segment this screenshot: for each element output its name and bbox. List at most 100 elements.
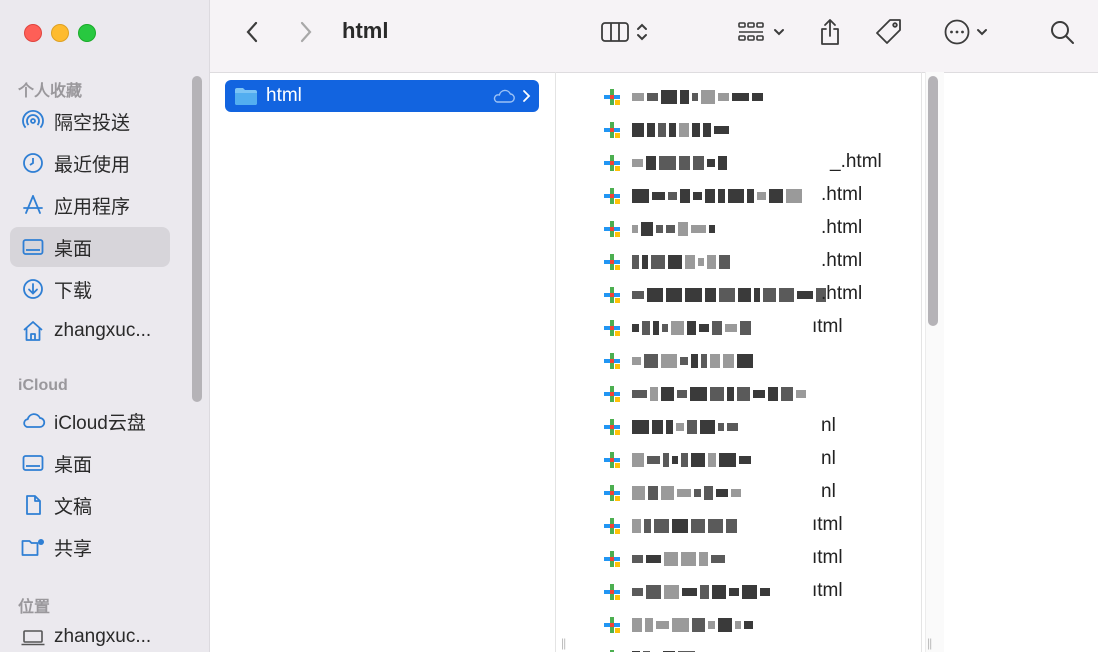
folder-row-selected[interactable]: html (225, 80, 539, 112)
download-icon (20, 276, 46, 302)
redacted-file-name (632, 319, 751, 337)
toolbar: html (210, 0, 1098, 73)
file-row[interactable]: .html (576, 278, 921, 311)
chevron-down-icon (774, 29, 784, 36)
desktop-icon (20, 450, 46, 476)
column-resize-handle[interactable]: || (927, 636, 932, 650)
file-row[interactable]: ıtml (576, 311, 921, 344)
group-grid-icon (738, 22, 764, 41)
column-resize-handle[interactable]: || (561, 636, 566, 650)
file-row[interactable]: _.html (576, 146, 921, 179)
file-name-suffix: .html (821, 217, 863, 238)
close-window-button[interactable] (24, 24, 42, 42)
sidebar-item-mac[interactable]: zhangxuc... (10, 617, 170, 657)
sidebar-item-home[interactable]: zhangxuc... (10, 311, 170, 351)
redacted-file-name (632, 484, 741, 502)
column2-scrollbar[interactable] (928, 76, 938, 326)
file-name-suffix: ıtml (812, 316, 843, 337)
html-file-icon (604, 254, 620, 270)
sidebar-item-icloud-drive[interactable]: iCloud云盘 (10, 401, 170, 441)
sidebar-item-documents[interactable]: 文稿 (10, 485, 170, 525)
file-name-suffix: nl (821, 448, 836, 469)
file-name-suffix: .html (821, 250, 863, 271)
tag-button[interactable] (872, 14, 906, 50)
sidebar-item-shared[interactable]: 共享 (10, 527, 170, 567)
sidebar-item-airdrop[interactable]: 隔空投送 (10, 101, 170, 141)
html-file-icon (604, 617, 620, 633)
desktop-icon (20, 234, 46, 260)
search-button[interactable] (1046, 14, 1078, 50)
clock-icon (20, 150, 46, 176)
file-name-suffix: .html (821, 184, 863, 205)
sidebar-item-desktop[interactable]: 桌面 (10, 227, 170, 267)
chevron-up-down-icon (637, 23, 647, 41)
share-button[interactable] (814, 14, 846, 50)
window-controls (24, 24, 96, 42)
zoom-window-button[interactable] (78, 24, 96, 42)
file-row[interactable]: ıtml (576, 542, 921, 575)
file-row[interactable]: nl (576, 476, 921, 509)
sidebar-item-applications[interactable]: 应用程序 (10, 185, 170, 225)
window-title: html (342, 18, 389, 43)
sidebar-item-label: zhangxuc... (54, 320, 152, 341)
file-row[interactable] (576, 80, 921, 113)
sidebar-item-downloads[interactable]: 下载 (10, 269, 170, 309)
redacted-file-name (632, 616, 753, 634)
file-row[interactable] (576, 344, 921, 377)
chevron-right-icon (523, 90, 531, 102)
minimize-window-button[interactable] (51, 24, 69, 42)
file-row[interactable] (576, 641, 921, 652)
airdrop-icon (20, 108, 46, 134)
group-button[interactable] (730, 14, 792, 50)
redacted-file-name (632, 154, 727, 172)
file-row[interactable]: nl (576, 443, 921, 476)
file-name-suffix: _.html (830, 151, 882, 172)
sidebar-item-label: 桌面 (54, 454, 93, 476)
html-file-icon (604, 485, 620, 501)
file-name-suffix: ıtml (812, 580, 843, 601)
file-name-suffix: ıtml (812, 547, 843, 568)
html-file-icon (604, 287, 620, 303)
file-row[interactable] (576, 377, 921, 410)
file-row[interactable] (576, 113, 921, 146)
file-row[interactable]: .html (576, 212, 921, 245)
file-row[interactable]: .html (576, 245, 921, 278)
redacted-file-name (632, 286, 826, 304)
cloud-icon (20, 408, 46, 434)
html-file-icon (604, 155, 620, 171)
view-mode-button[interactable] (594, 14, 656, 50)
file-row[interactable] (576, 608, 921, 641)
file-name-suffix: .html (821, 283, 863, 304)
html-file-icon (604, 551, 620, 567)
back-button[interactable] (238, 14, 266, 50)
file-row[interactable]: ıtml (576, 509, 921, 542)
chevron-left-icon (246, 21, 258, 43)
more-actions-button[interactable] (938, 14, 994, 50)
file-row[interactable]: ıtml (576, 575, 921, 608)
document-icon (20, 492, 46, 518)
search-icon (1051, 21, 1074, 44)
sidebar-item-label: zhangxuc... (54, 626, 152, 647)
forward-button[interactable] (292, 14, 320, 50)
html-file-icon (604, 386, 620, 402)
sidebar-item-icloud-desktop[interactable]: 桌面 (10, 443, 170, 483)
sidebar-section-locations: 位置 (18, 599, 51, 616)
html-file-icon (604, 89, 620, 105)
sidebar-scrollbar[interactable] (192, 76, 202, 402)
chevron-right-icon (300, 21, 312, 43)
html-file-icon (604, 452, 620, 468)
sidebar-item-label: 共享 (54, 538, 93, 560)
file-row[interactable]: .html (576, 179, 921, 212)
column-view-icon (601, 22, 629, 42)
share-icon (821, 19, 839, 45)
file-name-suffix: nl (821, 415, 836, 436)
sidebar-item-label: iCloud云盘 (54, 412, 146, 434)
file-row[interactable]: nl (576, 410, 921, 443)
redacted-file-name (632, 88, 763, 106)
file-name-suffix: nl (821, 481, 836, 502)
redacted-file-name (632, 418, 738, 436)
sidebar-item-recents[interactable]: 最近使用 (10, 143, 170, 183)
html-file-icon (604, 584, 620, 600)
html-file-icon (604, 518, 620, 534)
redacted-file-name (632, 352, 753, 370)
